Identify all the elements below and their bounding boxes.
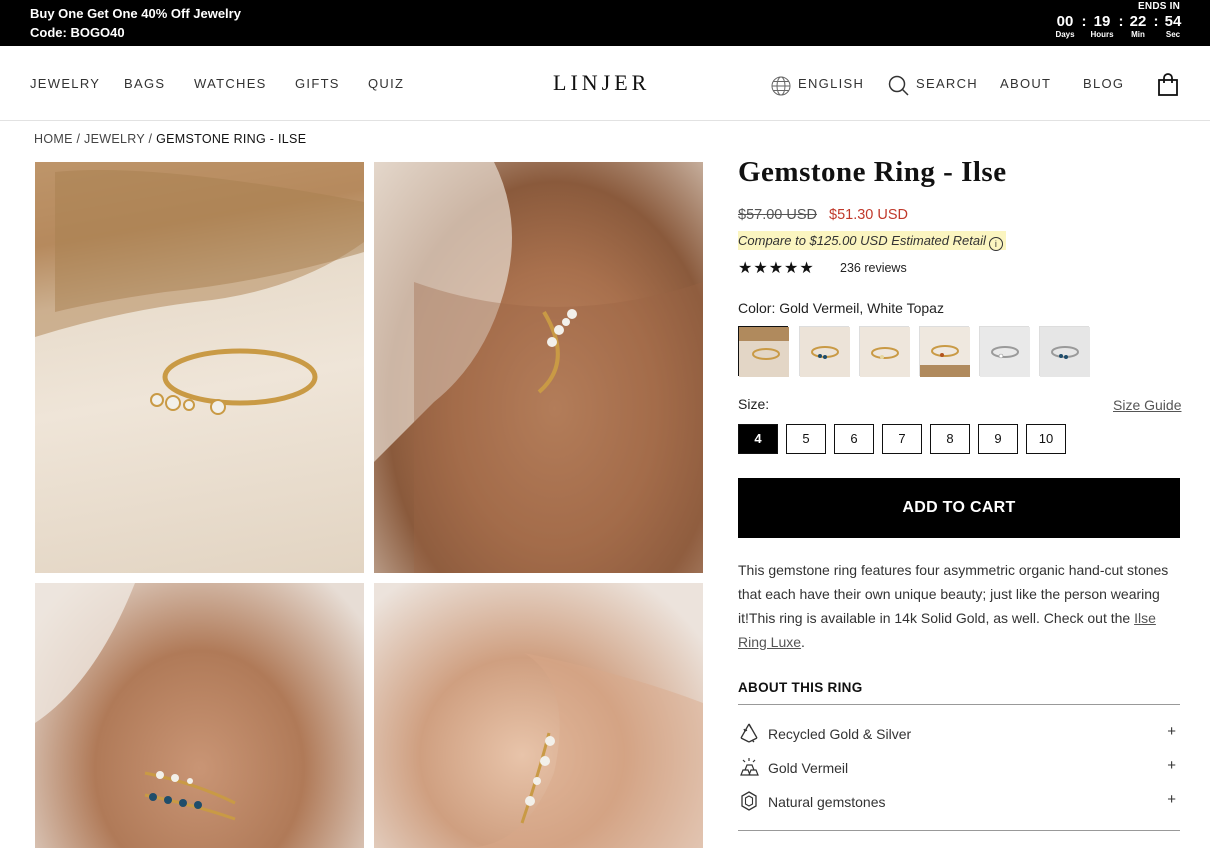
countdown-timer: ENDS IN 00 Days : 19 Hours : 22 Min : 54… bbox=[1048, 1, 1188, 45]
shopping-bag-icon[interactable] bbox=[1156, 73, 1180, 97]
promo-bar: Buy One Get One 40% Off Jewelry Code: BO… bbox=[0, 0, 1210, 46]
accordion-natural-gemstones[interactable]: Natural gemstones + bbox=[738, 790, 1180, 814]
info-icon[interactable]: i bbox=[988, 237, 1003, 251]
divider bbox=[738, 704, 1180, 705]
language-selector[interactable]: ENGLISH bbox=[798, 76, 864, 91]
size-option-5[interactable]: 5 bbox=[786, 424, 826, 454]
swatch-image bbox=[739, 327, 789, 377]
countdown-hours: 19 Hours bbox=[1087, 13, 1117, 40]
product-image-4[interactable] bbox=[374, 583, 703, 848]
product-image-1[interactable] bbox=[35, 162, 364, 573]
divider bbox=[738, 830, 1180, 831]
color-swatch-6[interactable] bbox=[1039, 326, 1090, 377]
stacked-rings-image bbox=[35, 583, 236, 821]
accordion-label: Natural gemstones bbox=[768, 794, 886, 810]
color-swatch-5[interactable] bbox=[979, 326, 1030, 377]
about-heading: ABOUT THIS RING bbox=[738, 680, 863, 695]
size-option-7[interactable]: 7 bbox=[882, 424, 922, 454]
nav-blog[interactable]: BLOG bbox=[1083, 76, 1124, 91]
compare-retail-text: Compare to $125.00 USD Estimated Retail bbox=[738, 233, 986, 248]
breadcrumb-jewelry[interactable]: JEWELRY bbox=[84, 132, 145, 146]
breadcrumb-separator: / bbox=[148, 132, 153, 146]
plus-icon: + bbox=[1167, 757, 1176, 774]
reviews-link[interactable]: 236 reviews bbox=[840, 261, 907, 275]
size-option-9[interactable]: 9 bbox=[978, 424, 1018, 454]
gold-bars-icon bbox=[740, 758, 759, 776]
size-label: Size: bbox=[738, 396, 770, 412]
color-swatch-2[interactable] bbox=[799, 326, 850, 377]
breadcrumb-home[interactable]: HOME bbox=[34, 132, 73, 146]
countdown-hours-value: 19 bbox=[1093, 13, 1111, 30]
product-description: This gemstone ring features four asymmet… bbox=[738, 558, 1180, 654]
sale-price: $51.30 USD bbox=[829, 207, 908, 223]
swatch-image bbox=[980, 327, 1030, 377]
color-swatch-4[interactable] bbox=[919, 326, 970, 377]
gemstone-icon bbox=[741, 791, 757, 811]
ring-on-hand-image bbox=[374, 162, 703, 573]
color-swatch-3[interactable] bbox=[859, 326, 910, 377]
plus-icon: + bbox=[1167, 723, 1176, 740]
size-option-6[interactable]: 6 bbox=[834, 424, 874, 454]
description-end: . bbox=[801, 634, 805, 650]
swatch-image bbox=[800, 327, 850, 377]
original-price: $57.00 USD bbox=[738, 207, 817, 223]
accordion-label: Recycled Gold & Silver bbox=[768, 726, 912, 742]
accordion-label: Gold Vermeil bbox=[768, 760, 849, 776]
countdown-label: ENDS IN bbox=[1138, 1, 1180, 12]
color-label: Color: Gold Vermeil, White Topaz bbox=[738, 300, 944, 316]
color-swatch-gold-white-topaz[interactable] bbox=[738, 326, 789, 377]
product-image-2[interactable] bbox=[374, 162, 703, 573]
description-text: This gemstone ring features four asymmet… bbox=[738, 562, 1169, 626]
countdown-hours-label: Hours bbox=[1090, 30, 1114, 39]
rating-stars[interactable]: ★★★★★ bbox=[738, 258, 815, 278]
recycle-icon bbox=[740, 723, 758, 743]
countdown-days-label: Days bbox=[1055, 30, 1075, 39]
countdown-secs: 54 Sec bbox=[1158, 13, 1188, 40]
accordion-gold-vermeil[interactable]: Gold Vermeil + bbox=[738, 756, 1180, 780]
breadcrumb: HOME / JEWELRY / GEMSTONE RING - ILSE bbox=[34, 132, 306, 146]
breadcrumb-current: GEMSTONE RING - ILSE bbox=[156, 132, 307, 146]
countdown-days: 00 Days bbox=[1050, 13, 1080, 40]
countdown-days-value: 00 bbox=[1056, 13, 1074, 30]
plus-icon: + bbox=[1167, 791, 1176, 808]
ring-on-stone-image bbox=[35, 162, 364, 415]
countdown-mins-label: Min bbox=[1131, 30, 1145, 39]
countdown-mins-value: 22 bbox=[1129, 13, 1147, 30]
accordion-recycled[interactable]: Recycled Gold & Silver + bbox=[738, 722, 1180, 746]
site-header: JEWELRY BAGS WATCHES GIFTS QUIZ LINJER E… bbox=[0, 46, 1210, 121]
nav-bags[interactable]: BAGS bbox=[124, 76, 165, 91]
ring-fingertip-image bbox=[464, 653, 703, 848]
swatch-image bbox=[1040, 327, 1090, 377]
countdown-secs-label: Sec bbox=[1165, 30, 1181, 39]
nav-search[interactable]: SEARCH bbox=[916, 76, 978, 91]
size-guide-link[interactable]: Size Guide bbox=[1113, 397, 1181, 413]
size-option-8[interactable]: 8 bbox=[930, 424, 970, 454]
size-option-10[interactable]: 10 bbox=[1026, 424, 1066, 454]
breadcrumb-separator: / bbox=[76, 132, 81, 146]
promo-offer: Buy One Get One 40% Off Jewelry bbox=[30, 6, 241, 21]
nav-quiz[interactable]: QUIZ bbox=[368, 76, 404, 91]
search-icon[interactable] bbox=[888, 75, 909, 96]
site-logo[interactable]: LINJER bbox=[553, 70, 650, 96]
nav-jewelry[interactable]: JEWELRY bbox=[30, 76, 100, 91]
globe-icon[interactable] bbox=[771, 76, 791, 96]
product-image-3[interactable] bbox=[35, 583, 364, 848]
add-to-cart-button[interactable]: ADD TO CART bbox=[738, 478, 1180, 538]
promo-text[interactable]: Buy One Get One 40% Off Jewelry Code: BO… bbox=[30, 4, 241, 42]
swatch-image bbox=[920, 327, 970, 377]
size-option-4[interactable]: 4 bbox=[738, 424, 778, 454]
swatch-image bbox=[860, 327, 910, 377]
nav-gifts[interactable]: GIFTS bbox=[295, 76, 340, 91]
nav-watches[interactable]: WATCHES bbox=[194, 76, 267, 91]
countdown-mins: 22 Min bbox=[1123, 13, 1153, 40]
promo-code: Code: BOGO40 bbox=[30, 25, 125, 40]
product-title: Gemstone Ring - Ilse bbox=[738, 156, 1007, 188]
countdown-secs-value: 54 bbox=[1164, 13, 1182, 30]
compare-retail: Compare to $125.00 USD Estimated Retail i bbox=[738, 231, 1006, 251]
nav-about[interactable]: ABOUT bbox=[1000, 76, 1051, 91]
